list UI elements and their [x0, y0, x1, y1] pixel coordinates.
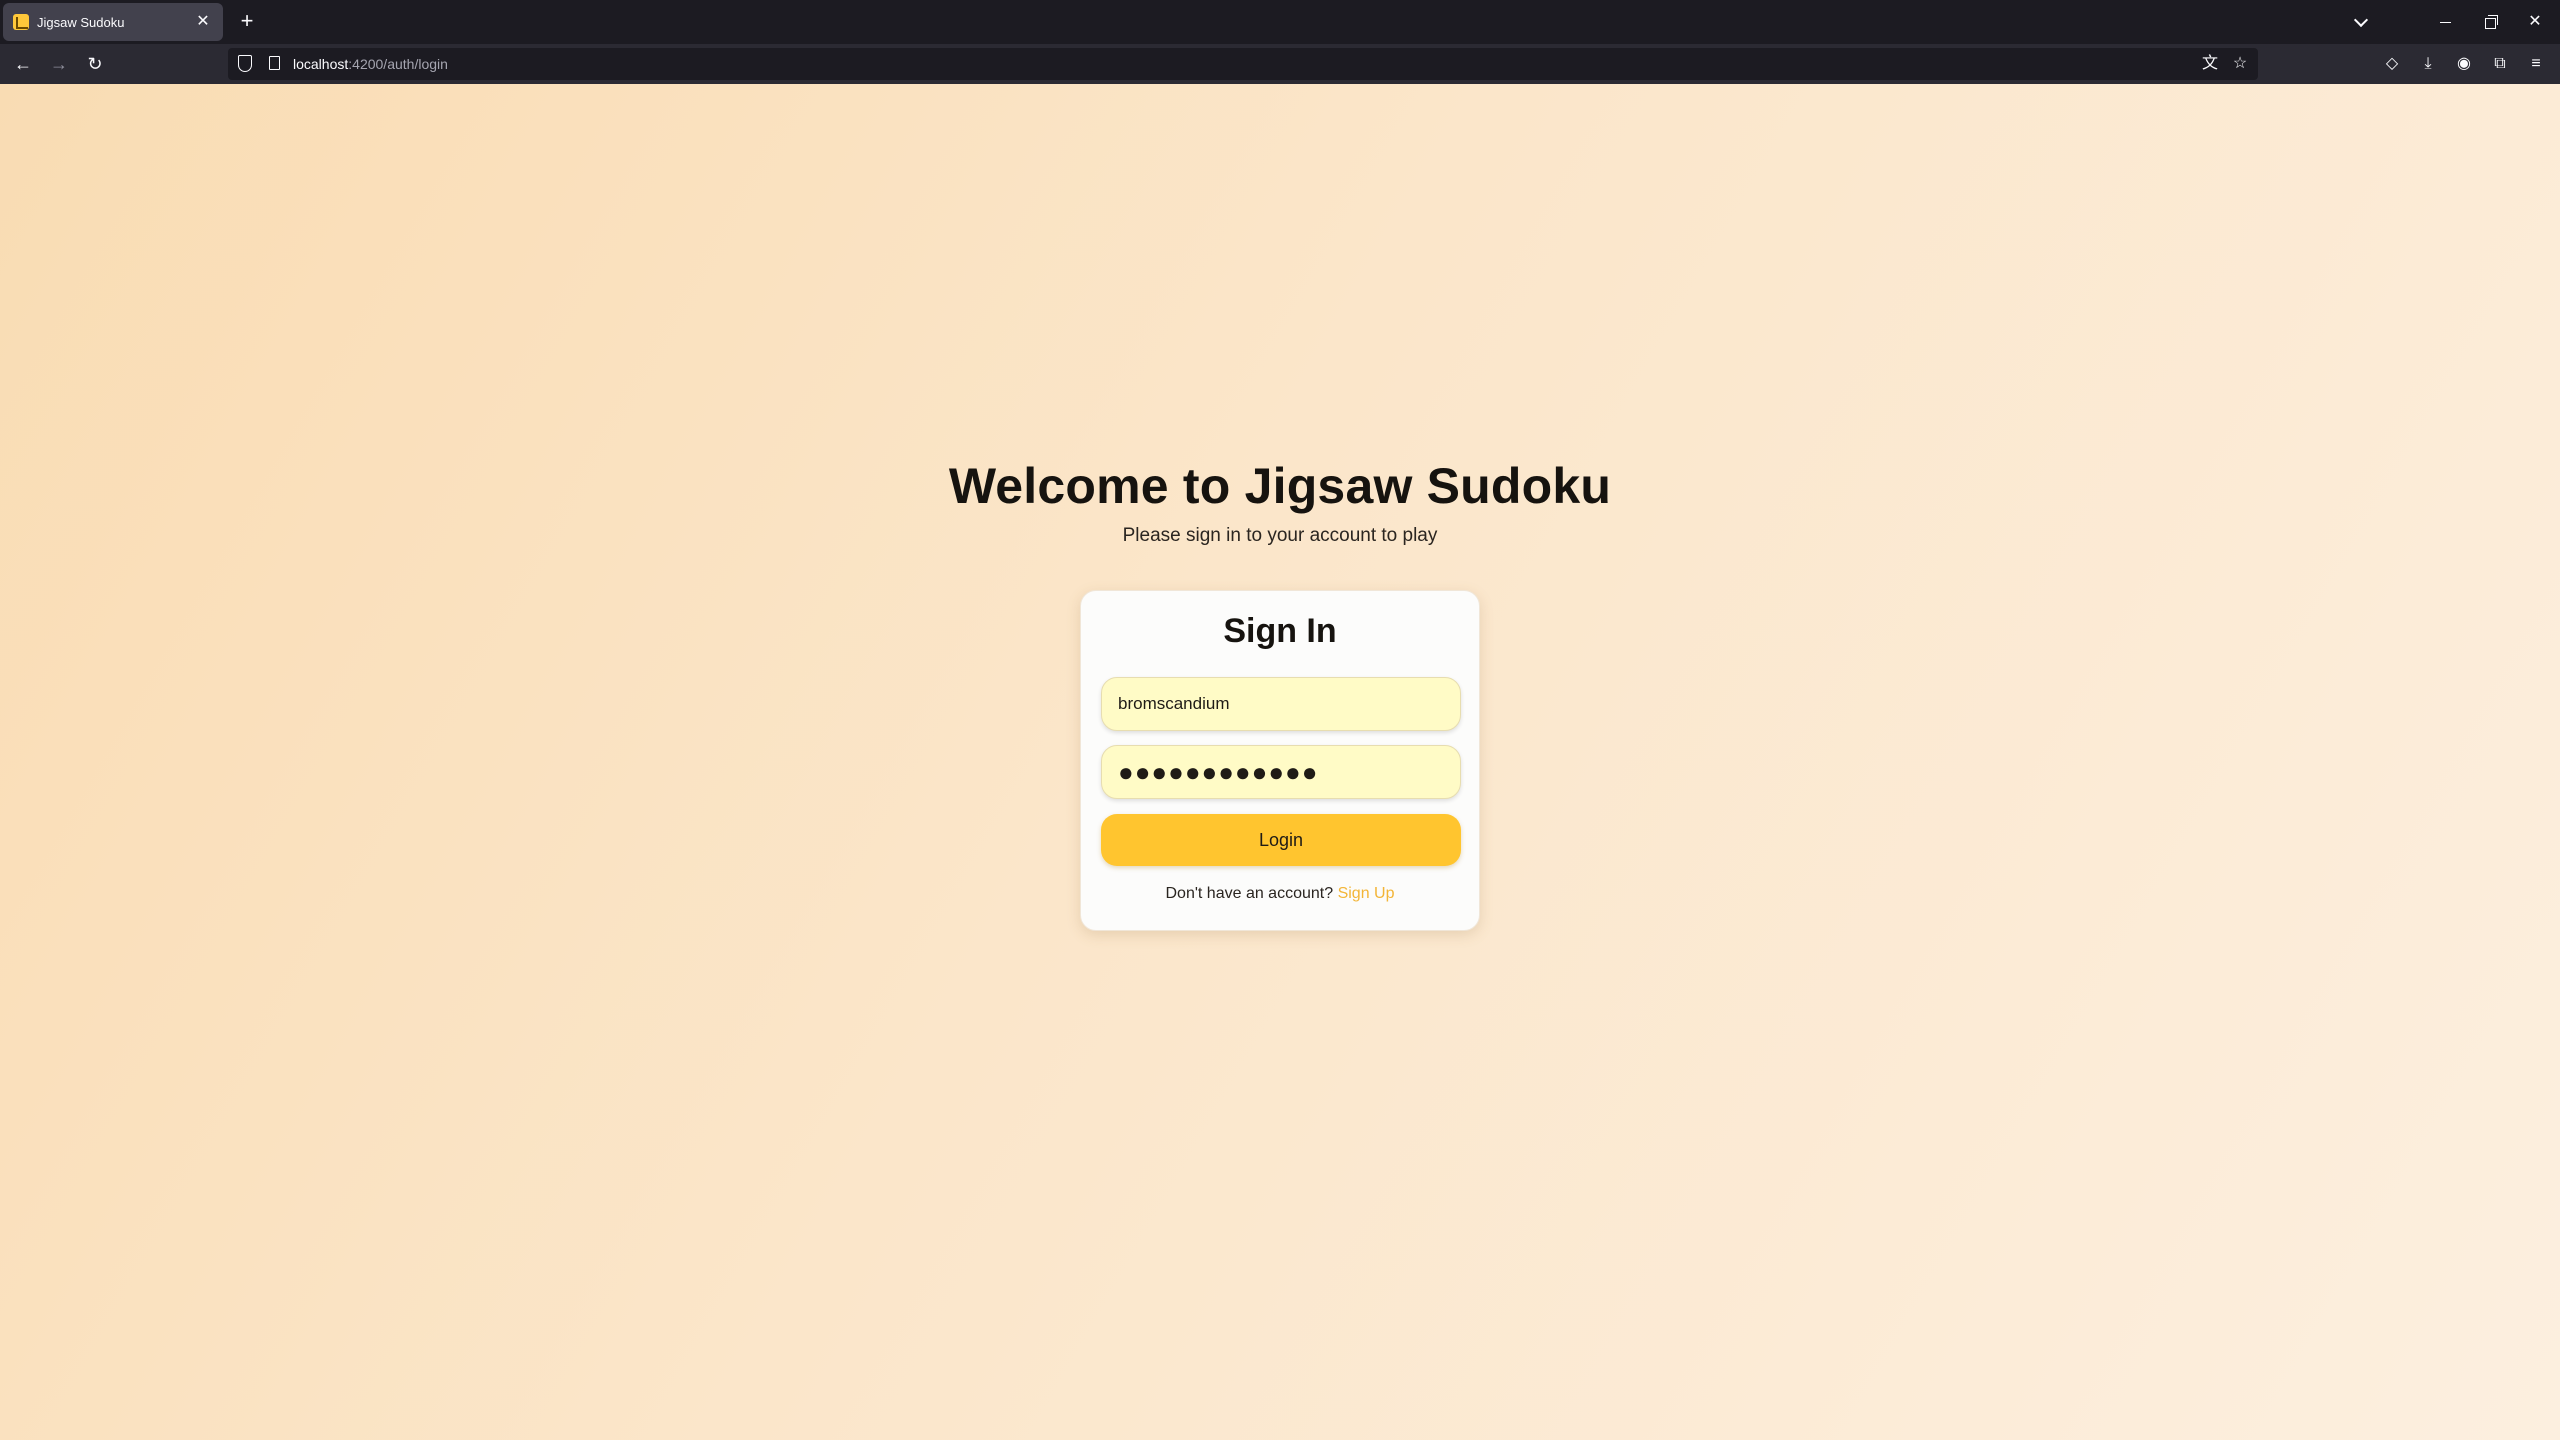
signup-prompt: Don't have an account? Sign Up	[1081, 885, 1479, 903]
sign-in-heading: Sign In	[1223, 612, 1337, 650]
page-subtitle: Please sign in to your account to play	[1122, 525, 1438, 546]
username-input[interactable]	[1101, 677, 1461, 731]
reload-icon[interactable]: ↻	[81, 50, 109, 78]
page-info-icon[interactable]	[269, 56, 280, 70]
url-text[interactable]: localhost:4200/auth/login	[293, 56, 448, 72]
close-tab-icon[interactable]: ✕	[193, 12, 213, 32]
extensions-icon[interactable]: ⧉	[2486, 50, 2514, 78]
signup-prompt-text: Don't have an account?	[1165, 885, 1334, 902]
tracking-protection-shield-icon[interactable]	[238, 55, 252, 72]
url-host: localhost	[293, 56, 349, 72]
password-input[interactable]	[1101, 745, 1461, 799]
sign-in-card: Sign In Login Don't have an account? Sig…	[1080, 590, 1480, 931]
bookmark-star-icon[interactable]: ☆	[2226, 50, 2254, 78]
forward-arrow-icon[interactable]: →	[45, 50, 73, 78]
sign-up-link[interactable]: Sign Up	[1338, 885, 1395, 902]
tab-title: Jigsaw Sudoku	[37, 14, 125, 30]
welcome-header: Welcome to Jigsaw Sudoku Please sign in …	[0, 456, 2560, 548]
new-tab-button[interactable]: +	[234, 9, 260, 35]
address-bar[interactable]: localhost:4200/auth/login 文 ☆	[228, 48, 2258, 80]
pocket-icon[interactable]: ◇	[2378, 50, 2406, 78]
page-title: Welcome to Jigsaw Sudoku	[948, 458, 1612, 514]
sudoku-favicon-icon	[13, 14, 29, 30]
navigation-toolbar: ← → ↻ localhost:4200/auth/login 文 ☆ ◇ ⤓ …	[0, 44, 2560, 84]
url-path: :4200/auth/login	[348, 56, 448, 72]
browser-tab-active[interactable]: Jigsaw Sudoku ✕	[3, 3, 223, 41]
back-arrow-icon[interactable]: ←	[9, 50, 37, 78]
minimize-window-button[interactable]	[2430, 8, 2460, 36]
download-icon[interactable]: ⤓	[2414, 50, 2442, 78]
translate-icon[interactable]: 文	[2196, 50, 2224, 78]
account-icon[interactable]: ◉	[2450, 50, 2478, 78]
close-window-button[interactable]: ✕	[2520, 8, 2550, 36]
tab-strip: Jigsaw Sudoku ✕ + ✕	[0, 0, 2560, 44]
page-viewport: Welcome to Jigsaw Sudoku Please sign in …	[0, 84, 2560, 1440]
restore-window-button[interactable]	[2475, 8, 2505, 36]
login-button[interactable]: Login	[1101, 814, 1461, 866]
list-all-tabs-chevron-icon[interactable]	[2348, 10, 2374, 34]
menu-icon[interactable]: ≡	[2522, 50, 2550, 78]
